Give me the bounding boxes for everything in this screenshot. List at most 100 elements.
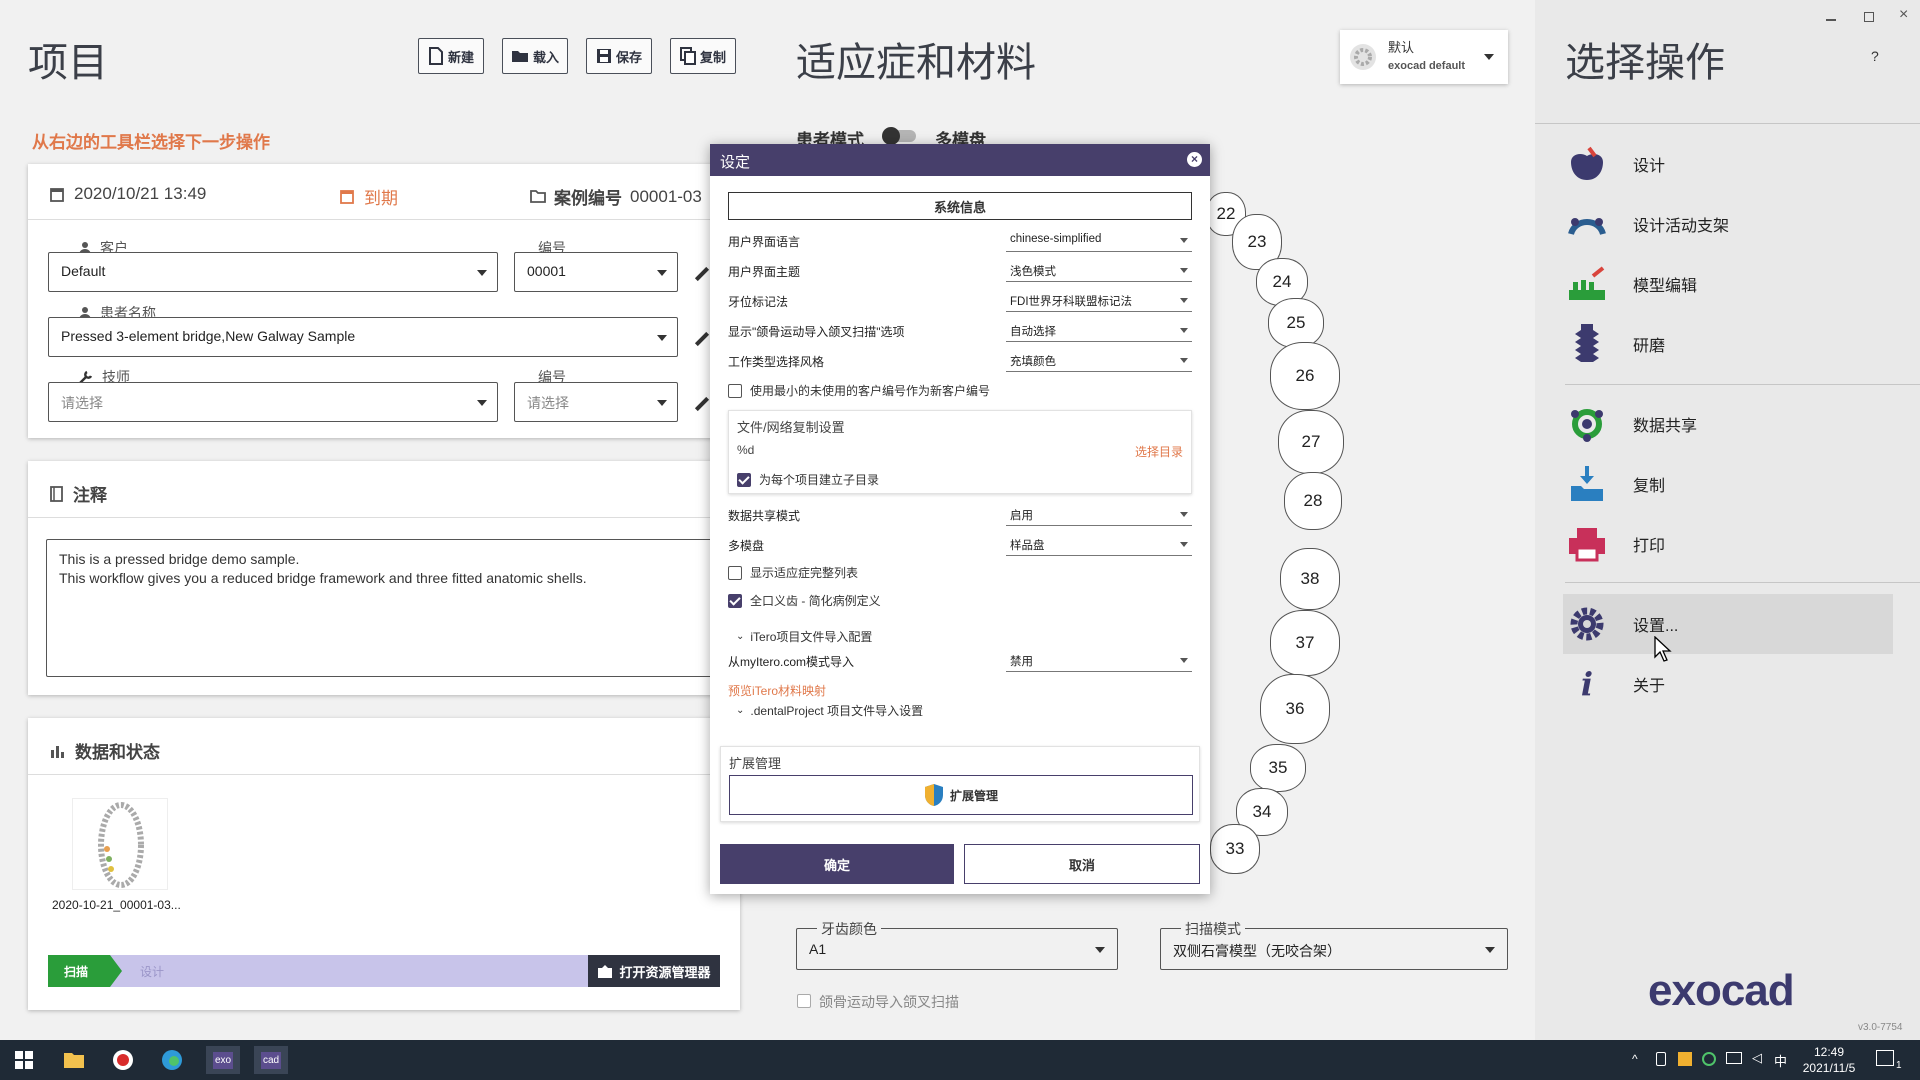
client-select[interactable]: Default <box>48 252 498 292</box>
multi-die-select[interactable]: 样品盘 <box>1006 532 1192 556</box>
action-partial-framework[interactable]: 设计活动支架 <box>1565 196 1893 252</box>
restore-icon[interactable] <box>1864 12 1874 22</box>
load-button[interactable]: 载入 <box>502 38 568 74</box>
choose-directory-link[interactable]: 选择目录 <box>1135 443 1183 460</box>
copy-button[interactable]: 复制 <box>670 38 736 74</box>
ui-language-select[interactable]: chinese-simplified <box>1006 228 1192 252</box>
close-window-icon[interactable]: × <box>1899 6 1908 24</box>
open-explorer-button[interactable]: 打开资源管理器 <box>588 955 720 987</box>
mytero-label: 从myItero.com模式导入 <box>728 655 855 669</box>
mytero-row: 从myItero.com模式导入 禁用 <box>728 648 1192 672</box>
new-button[interactable]: 新建 <box>418 38 484 74</box>
cancel-button[interactable]: 取消 <box>964 844 1200 884</box>
action-print[interactable]: 打印 <box>1565 516 1893 572</box>
network-icon[interactable] <box>1726 1052 1742 1064</box>
case-number-label: 案例编号 <box>554 189 622 208</box>
tooth-notation-select[interactable]: FDI世界牙科联盟标记法 <box>1006 288 1192 312</box>
clock-time: 12:49 <box>1813 1045 1845 1059</box>
tooth-38[interactable]: 38 <box>1280 548 1340 610</box>
notebook-icon <box>50 485 63 502</box>
action-data-sharing[interactable]: 数据共享 <box>1565 396 1893 452</box>
tray-app-icon[interactable] <box>1678 1052 1692 1066</box>
jaw-motion-option-select[interactable]: 自动选择 <box>1006 318 1192 342</box>
subdir-checkbox[interactable]: 为每个项目建立子目录 <box>737 471 879 488</box>
notes-textarea[interactable]: This is a pressed bridge demo sample. Th… <box>46 539 726 677</box>
cad-app-icon[interactable]: cad <box>254 1046 288 1074</box>
technician-select[interactable]: 请选择 <box>48 382 498 422</box>
notification-icon[interactable] <box>1876 1050 1894 1066</box>
tooth-37[interactable]: 37 <box>1270 610 1340 676</box>
client-no-value: 00001 <box>527 263 566 279</box>
tooth-36[interactable]: 36 <box>1260 674 1330 744</box>
full-arch-checkbox[interactable]: 全口义齿 - 简化病例定义 <box>728 592 881 609</box>
action-copy[interactable]: 复制 <box>1565 456 1893 512</box>
tooth-27[interactable]: 27 <box>1278 410 1344 474</box>
help-button[interactable]: ? <box>1871 48 1879 64</box>
windows-start-icon[interactable] <box>10 1046 38 1074</box>
mytero-select[interactable]: 禁用 <box>1006 648 1192 672</box>
close-icon[interactable]: × <box>1187 152 1202 167</box>
work-type-style-label: 工作类型选择风格 <box>728 355 825 369</box>
ok-button[interactable]: 确定 <box>720 844 954 884</box>
workflow-step-scan[interactable]: 扫描 <box>48 955 110 987</box>
work-type-style-select[interactable]: 充填颜色 <box>1006 348 1192 372</box>
file-explorer-icon[interactable] <box>60 1046 88 1074</box>
action-settings[interactable]: 设置... <box>1565 596 1893 652</box>
ui-language-row: 用户界面语言 chinese-simplified <box>728 228 1192 252</box>
itero-config-expander[interactable]: ⌄ iTero项目文件导入配置 <box>736 628 872 645</box>
ui-language-value: chinese-simplified <box>1010 233 1102 245</box>
edit-patient-icon[interactable] <box>694 331 710 347</box>
extension-manager-button[interactable]: 扩展管理 <box>729 775 1193 815</box>
clock[interactable]: 12:49 2021/11/5 <box>1794 1044 1864 1076</box>
minimize-icon[interactable] <box>1826 19 1836 21</box>
technician-placeholder: 请选择 <box>61 395 103 411</box>
settings-dialog: 设定 × 系统信息 用户界面语言 chinese-simplified 用户界面主… <box>710 144 1210 894</box>
record-icon[interactable] <box>109 1046 137 1074</box>
action-model-editor[interactable]: 模型编辑 <box>1565 256 1893 312</box>
volume-icon[interactable]: ◁ <box>1752 1050 1762 1066</box>
project-title: 项目 <box>28 41 108 85</box>
new-file-icon <box>428 47 443 65</box>
due-date-button[interactable]: 到期 <box>340 184 398 209</box>
patient-select[interactable]: Pressed 3-element bridge,New Galway Samp… <box>48 317 678 357</box>
checkbox-icon <box>797 994 811 1008</box>
tooth-33[interactable]: 33 <box>1210 824 1260 874</box>
client-no-select[interactable]: 00001 <box>514 252 678 292</box>
data-share-select[interactable]: 启用 <box>1006 502 1192 526</box>
exocad-app-icon[interactable]: exo <box>206 1046 240 1074</box>
scan-mode-select[interactable]: 扫描模式 双侧石膏模型（无咬合架） <box>1160 919 1508 970</box>
tooth-26[interactable]: 26 <box>1270 342 1340 410</box>
action-milling[interactable]: 研磨 <box>1565 316 1893 372</box>
ui-theme-select[interactable]: 浅色模式 <box>1006 258 1192 282</box>
dental-project-label: .dentalProject 项目文件导入设置 <box>750 704 924 718</box>
profile-select[interactable]: 默认 exocad default <box>1340 30 1508 84</box>
chevron-down-icon <box>1095 947 1105 953</box>
usb-icon[interactable] <box>1656 1052 1666 1066</box>
action-design[interactable]: 设计 <box>1565 136 1893 192</box>
system-info-button[interactable]: 系统信息 <box>728 192 1192 220</box>
chevron-down-icon <box>1484 54 1494 60</box>
tooth-25[interactable]: 25 <box>1268 298 1324 348</box>
show-full-list-checkbox[interactable]: 显示适应症完整列表 <box>728 564 858 581</box>
edit-client-icon[interactable] <box>694 266 710 282</box>
tooth-28[interactable]: 28 <box>1284 472 1342 530</box>
technician-no-select[interactable]: 请选择 <box>514 382 678 422</box>
tooth-color-select[interactable]: 牙齿颜色 A1 <box>796 919 1118 970</box>
tooth-35[interactable]: 35 <box>1250 744 1306 792</box>
jaw-motion-checkbox[interactable]: 颌骨运动导入颌叉扫描 <box>797 992 959 1012</box>
edit-technician-icon[interactable] <box>694 396 710 412</box>
dental-project-expander[interactable]: ⌄ .dentalProject 项目文件导入设置 <box>736 702 923 719</box>
sync-icon[interactable] <box>1702 1052 1716 1066</box>
itero-mapping-link[interactable]: 预览iTero材料映射 <box>728 682 826 699</box>
min-client-no-checkbox[interactable]: 使用最小的未使用的客户编号作为新客户编号 <box>728 382 990 399</box>
action-about[interactable]: i 关于 <box>1565 656 1893 712</box>
notification-count: 1 <box>1896 1060 1902 1071</box>
edge-browser-icon[interactable] <box>158 1046 186 1074</box>
scan-thumbnail[interactable] <box>72 798 168 890</box>
tray-chevron-up-icon[interactable]: ^ <box>1632 1052 1638 1066</box>
ime-indicator[interactable]: 中 <box>1774 1051 1787 1070</box>
workflow-step-design[interactable]: 设计 <box>140 963 164 980</box>
save-button[interactable]: 保存 <box>586 38 652 74</box>
tooth-number: 24 <box>1272 272 1292 291</box>
milling-bur-icon <box>1575 324 1599 362</box>
